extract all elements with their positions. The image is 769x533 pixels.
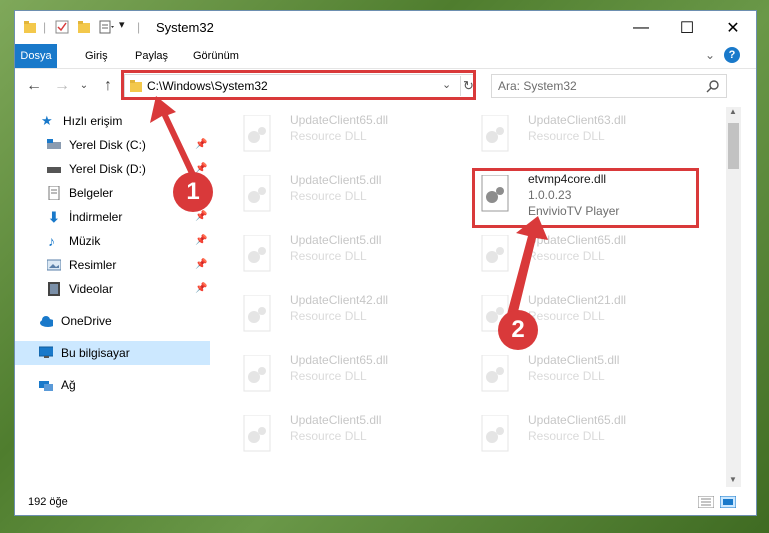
annotation-arrows [150,96,548,320]
arrow-1-icon [150,96,196,176]
callout-1: 1 [173,172,213,212]
arrow-2-icon [506,216,548,320]
callout-2: 2 [498,310,538,350]
